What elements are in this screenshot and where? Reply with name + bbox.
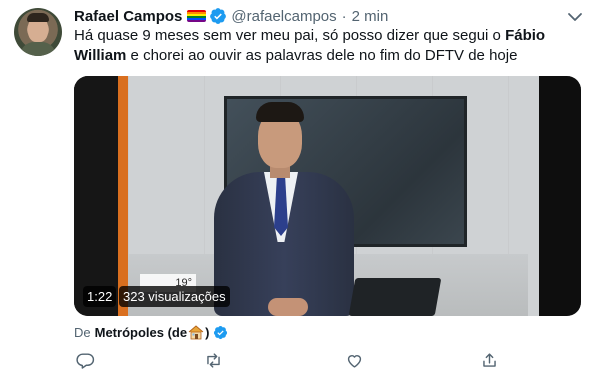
tweet[interactable]: Rafael Campos @rafaelcampos · 2 min Há q… [0, 0, 601, 376]
tweet-timestamp[interactable]: 2 min [352, 8, 389, 25]
retweet-icon[interactable] [202, 349, 224, 371]
avatar-shirt [20, 42, 56, 56]
tweet-actions [74, 349, 534, 371]
video-source: De Metrópoles (de ) [74, 322, 228, 342]
like-icon[interactable] [343, 349, 365, 371]
verified-badge-icon [213, 325, 228, 340]
tweet-header: Rafael Campos @rafaelcampos · 2 min [74, 6, 388, 26]
share-icon[interactable] [478, 349, 500, 371]
video-player[interactable]: 19° 1:22 323 visualizações [74, 76, 581, 316]
avatar-hair [27, 13, 49, 22]
author-name[interactable]: Rafael Campos [74, 8, 182, 25]
tweet-text: Há quase 9 meses sem ver meu pai, só pos… [74, 26, 574, 66]
anchor-hair [256, 102, 304, 122]
source-suffix: ) [205, 324, 210, 340]
video-views: 323 visualizações [119, 286, 230, 307]
house-emoji-icon [188, 324, 204, 340]
verified-badge-icon [209, 7, 227, 25]
studio-laptop [348, 278, 442, 316]
studio-dark-edge [539, 76, 581, 316]
source-account[interactable]: Metrópoles (de [95, 325, 187, 340]
rainbow-flag-icon [187, 10, 207, 22]
separator-dot: · [341, 7, 347, 25]
chevron-down-icon[interactable] [566, 10, 584, 24]
tweet-text-start: Há quase 9 meses sem ver meu pai, só pos… [74, 27, 506, 44]
video-duration: 1:22 [83, 286, 117, 307]
tweet-text-end: e chorei ao ouvir as palavras dele no fi… [126, 47, 518, 64]
anchor-hands [268, 298, 308, 316]
news-anchor [208, 102, 368, 316]
source-prefix: De [74, 324, 91, 340]
avatar[interactable] [14, 8, 62, 56]
author-handle[interactable]: @rafaelcampos [231, 8, 336, 25]
reply-icon[interactable] [74, 349, 96, 371]
